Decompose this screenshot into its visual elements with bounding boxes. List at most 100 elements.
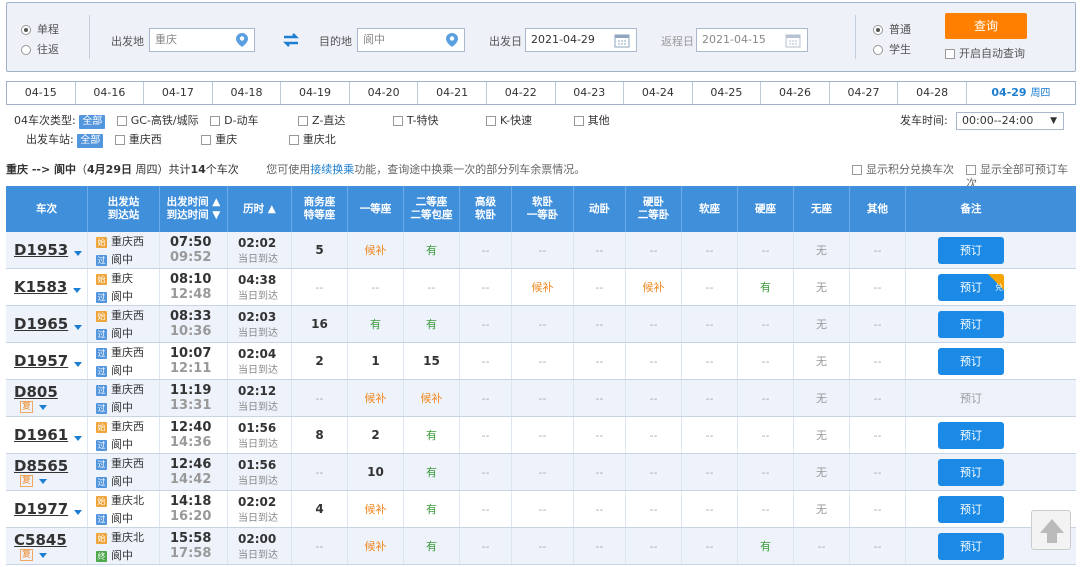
- to-input[interactable]: 阆中: [357, 28, 465, 52]
- seat-availability[interactable]: 候补: [643, 279, 665, 295]
- filter-station-cqb[interactable]: 重庆北: [288, 133, 336, 146]
- times-cell: 12:46 14:42: [160, 454, 228, 490]
- book-button[interactable]: 预订: [938, 236, 1004, 264]
- date-tab[interactable]: 04-26: [761, 82, 830, 104]
- passenger-student[interactable]: 学生: [873, 41, 911, 57]
- expand-stops-icon[interactable]: [73, 287, 82, 293]
- train-number-link[interactable]: D8565: [14, 457, 68, 475]
- seat-availability: --: [595, 428, 604, 442]
- seat-availability[interactable]: 候补: [365, 390, 387, 406]
- depart-date-input[interactable]: 2021-04-29: [525, 28, 637, 52]
- date-tab[interactable]: 04-19: [281, 82, 350, 104]
- book-button[interactable]: 预订: [938, 495, 1004, 523]
- seat-cell-yz: --: [738, 343, 794, 379]
- seat-cell-wz: 无: [794, 343, 850, 379]
- divider: [855, 15, 856, 59]
- seat-availability: --: [649, 465, 658, 479]
- book-button[interactable]: 预订: [938, 421, 1004, 449]
- book-button[interactable]: 预订: [938, 310, 1004, 338]
- date-tab[interactable]: 04-28: [898, 82, 967, 104]
- duration: 02:12: [238, 383, 277, 398]
- train-number-link[interactable]: C5845: [14, 531, 67, 549]
- date-tab[interactable]: 04-24: [624, 82, 693, 104]
- train-number-link[interactable]: D1965: [14, 315, 68, 333]
- filter-station-cq[interactable]: 重庆: [201, 133, 237, 146]
- date-tab[interactable]: 04-21: [418, 82, 487, 104]
- expand-stops-icon[interactable]: [74, 324, 83, 330]
- date-tab[interactable]: 04-15: [7, 82, 76, 104]
- seat-availability: 无: [816, 429, 827, 442]
- trip-type-oneway[interactable]: 单程: [21, 21, 59, 37]
- date-tab[interactable]: 04-27: [829, 82, 899, 104]
- column-header-dur[interactable]: 历时 ▲: [228, 186, 292, 232]
- book-button[interactable]: 预订兑: [938, 273, 1004, 301]
- passenger-normal[interactable]: 普通: [873, 21, 911, 37]
- train-number-link[interactable]: D1957: [14, 352, 68, 370]
- train-number-link[interactable]: D805: [14, 383, 58, 401]
- train-number-link[interactable]: D1961: [14, 426, 68, 444]
- filter-all-types[interactable]: 全部: [79, 115, 106, 129]
- date-tab[interactable]: 04-25: [692, 82, 762, 104]
- query-button[interactable]: 查询: [945, 13, 1027, 39]
- expand-stops-icon[interactable]: [74, 250, 83, 256]
- station-type-badge: 过: [96, 292, 107, 303]
- from-input[interactable]: 重庆: [149, 28, 255, 52]
- date-tab[interactable]: 04-18: [212, 82, 282, 104]
- filter-type-other[interactable]: 其他: [573, 114, 610, 127]
- radio-icon: [21, 45, 31, 55]
- date-tab-active[interactable]: 04-29 周四: [966, 82, 1075, 104]
- seat-cell-swz: 8: [292, 417, 348, 453]
- expand-stops-icon[interactable]: [74, 361, 83, 367]
- back-to-top-button[interactable]: [1031, 510, 1071, 550]
- train-number-link[interactable]: D1953: [14, 241, 68, 259]
- return-date-input[interactable]: 2021-04-15: [696, 28, 808, 52]
- book-button[interactable]: 预订: [938, 347, 1004, 375]
- filter-type-gc[interactable]: GC-高铁/城际: [116, 114, 199, 127]
- seat-cell-gjrw: --: [460, 380, 512, 416]
- filter-type-k[interactable]: K-快速: [486, 114, 532, 127]
- filter-type-t[interactable]: T-特快: [392, 114, 439, 127]
- station-type-badge: 终: [96, 551, 107, 562]
- seat-cell-yw: 候补: [626, 269, 682, 305]
- expand-stops-icon[interactable]: [39, 478, 48, 484]
- filter-station-cqx[interactable]: 重庆西: [114, 133, 162, 146]
- trip-type-roundtrip[interactable]: 往返: [21, 41, 59, 57]
- date-tab[interactable]: 04-16: [75, 82, 145, 104]
- seat-availability: --: [481, 391, 490, 405]
- depart-time: 12:40: [170, 420, 212, 435]
- seat-availability[interactable]: 候补: [365, 538, 387, 554]
- filter-all-stations[interactable]: 全部: [77, 134, 104, 148]
- seat-cell-yz: 有: [738, 269, 794, 305]
- show-points-checkbox[interactable]: 显示积分兑换车次: [852, 163, 954, 177]
- seat-availability[interactable]: 候补: [532, 279, 554, 295]
- train-number-link[interactable]: K1583: [14, 278, 67, 296]
- date-tab[interactable]: 04-17: [144, 82, 213, 104]
- date-tab[interactable]: 04-20: [349, 82, 419, 104]
- transfer-link[interactable]: 接续换乘: [310, 163, 354, 176]
- book-button[interactable]: 预订: [938, 458, 1004, 486]
- expand-stops-icon[interactable]: [39, 404, 48, 410]
- filter-type-z[interactable]: Z-直达: [298, 114, 345, 127]
- seat-cell-dw: --: [574, 343, 626, 379]
- seat-availability: 4: [315, 502, 324, 516]
- expand-stops-icon[interactable]: [39, 552, 48, 558]
- auto-query-checkbox[interactable]: 开启自动查询: [945, 45, 1025, 61]
- depart-time-select[interactable]: 00:00--24:00 ▼: [956, 112, 1064, 130]
- expand-stops-icon[interactable]: [74, 509, 83, 515]
- expand-stops-icon[interactable]: [74, 435, 83, 441]
- seat-availability[interactable]: 候补: [365, 242, 387, 258]
- train-number-link[interactable]: D1977: [14, 500, 68, 518]
- swap-icon[interactable]: [282, 33, 300, 47]
- filter-type-d[interactable]: D-动车: [210, 114, 259, 127]
- station-type-badge: 始: [96, 496, 107, 507]
- depart-time: 07:50: [170, 235, 212, 250]
- date-tab[interactable]: 04-23: [555, 82, 625, 104]
- from-label: 出发地: [111, 35, 144, 48]
- date-tab[interactable]: 04-22: [486, 82, 556, 104]
- book-button[interactable]: 预订: [938, 532, 1004, 560]
- duration-cell: 02:04 当日到达: [228, 343, 292, 379]
- to-station: 阆中: [111, 327, 133, 340]
- seat-availability[interactable]: 候补: [365, 501, 387, 517]
- column-header-times[interactable]: 出发时间 ▲ 到达时间 ▼: [160, 186, 228, 232]
- seat-availability[interactable]: 候补: [421, 390, 443, 406]
